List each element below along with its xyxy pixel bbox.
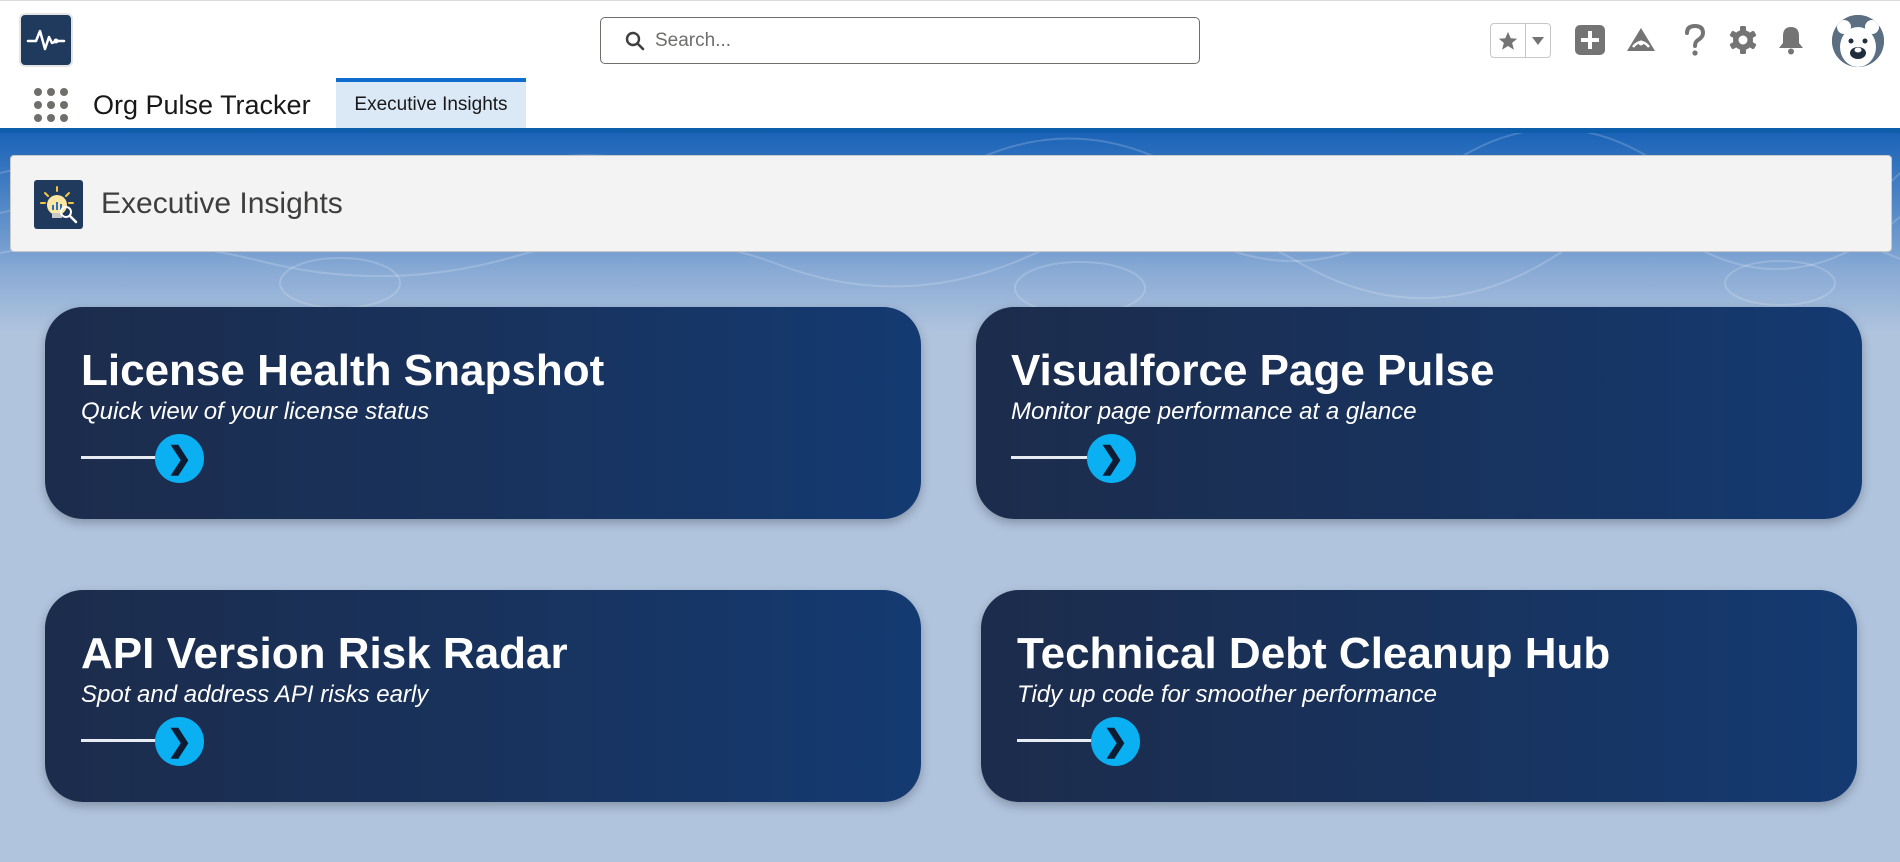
app-logo-heartbeat-icon[interactable]: [19, 13, 73, 67]
favorites-menu-button[interactable]: [1526, 24, 1550, 57]
trailhead-icon: [1627, 28, 1655, 51]
tab-executive-insights[interactable]: Executive Insights: [336, 78, 526, 128]
add-icon: [1575, 25, 1605, 55]
help-button[interactable]: [1678, 23, 1712, 57]
card-title: Visualforce Page Pulse: [1011, 346, 1495, 395]
card-title: Technical Debt Cleanup Hub: [1017, 629, 1611, 678]
app-launcher-icon[interactable]: [34, 88, 68, 122]
card-divider-line: [1017, 739, 1093, 742]
chevron-right-icon[interactable]: ❯: [155, 717, 204, 766]
user-avatar[interactable]: [1832, 15, 1884, 67]
chevron-right-icon[interactable]: ❯: [155, 434, 204, 483]
global-header: [0, 0, 1900, 78]
setup-button[interactable]: [1726, 23, 1760, 57]
search-icon: [625, 31, 645, 50]
search-input[interactable]: [655, 29, 1175, 52]
trailhead-button[interactable]: [1624, 23, 1658, 57]
page-title: Executive Insights: [101, 187, 343, 220]
card-visualforce-page-pulse[interactable]: Visualforce Page Pulse Monitor page perf…: [976, 307, 1862, 519]
star-icon: [1498, 31, 1518, 50]
notifications-button[interactable]: [1774, 23, 1808, 57]
card-api-version-risk-radar[interactable]: API Version Risk Radar Spot and address …: [45, 590, 921, 802]
help-icon: [1685, 24, 1706, 56]
insights-bulb-icon: [34, 180, 83, 229]
favorites-group: [1490, 23, 1551, 58]
card-subtitle: Spot and address API risks early: [81, 681, 429, 708]
favorites-star-button[interactable]: [1491, 24, 1526, 57]
card-license-health-snapshot[interactable]: License Health Snapshot Quick view of yo…: [45, 307, 921, 519]
page-header: Executive Insights: [10, 155, 1892, 252]
card-subtitle: Tidy up code for smoother performance: [1017, 681, 1437, 708]
app-name: Org Pulse Tracker: [93, 90, 311, 120]
chevron-down-icon: [1532, 36, 1544, 45]
card-divider-line: [1011, 456, 1087, 459]
card-title: API Version Risk Radar: [81, 629, 568, 678]
bear-avatar-icon: [1832, 15, 1884, 67]
card-divider-line: [81, 739, 157, 742]
app-navigation-bar: Org Pulse Tracker Executive Insights: [0, 78, 1900, 133]
card-divider-line: [81, 456, 157, 459]
chevron-right-icon[interactable]: ❯: [1087, 434, 1136, 483]
card-subtitle: Quick view of your license status: [81, 398, 430, 425]
global-search[interactable]: [600, 17, 1200, 64]
card-title: License Health Snapshot: [81, 346, 605, 395]
global-actions-button[interactable]: [1573, 23, 1607, 57]
bell-icon: [1779, 27, 1803, 55]
card-technical-debt-cleanup-hub[interactable]: Technical Debt Cleanup Hub Tidy up code …: [981, 590, 1857, 802]
setup-gear-icon: [1729, 26, 1757, 54]
card-subtitle: Monitor page performance at a glance: [1011, 398, 1417, 425]
chevron-right-icon[interactable]: ❯: [1091, 717, 1140, 766]
